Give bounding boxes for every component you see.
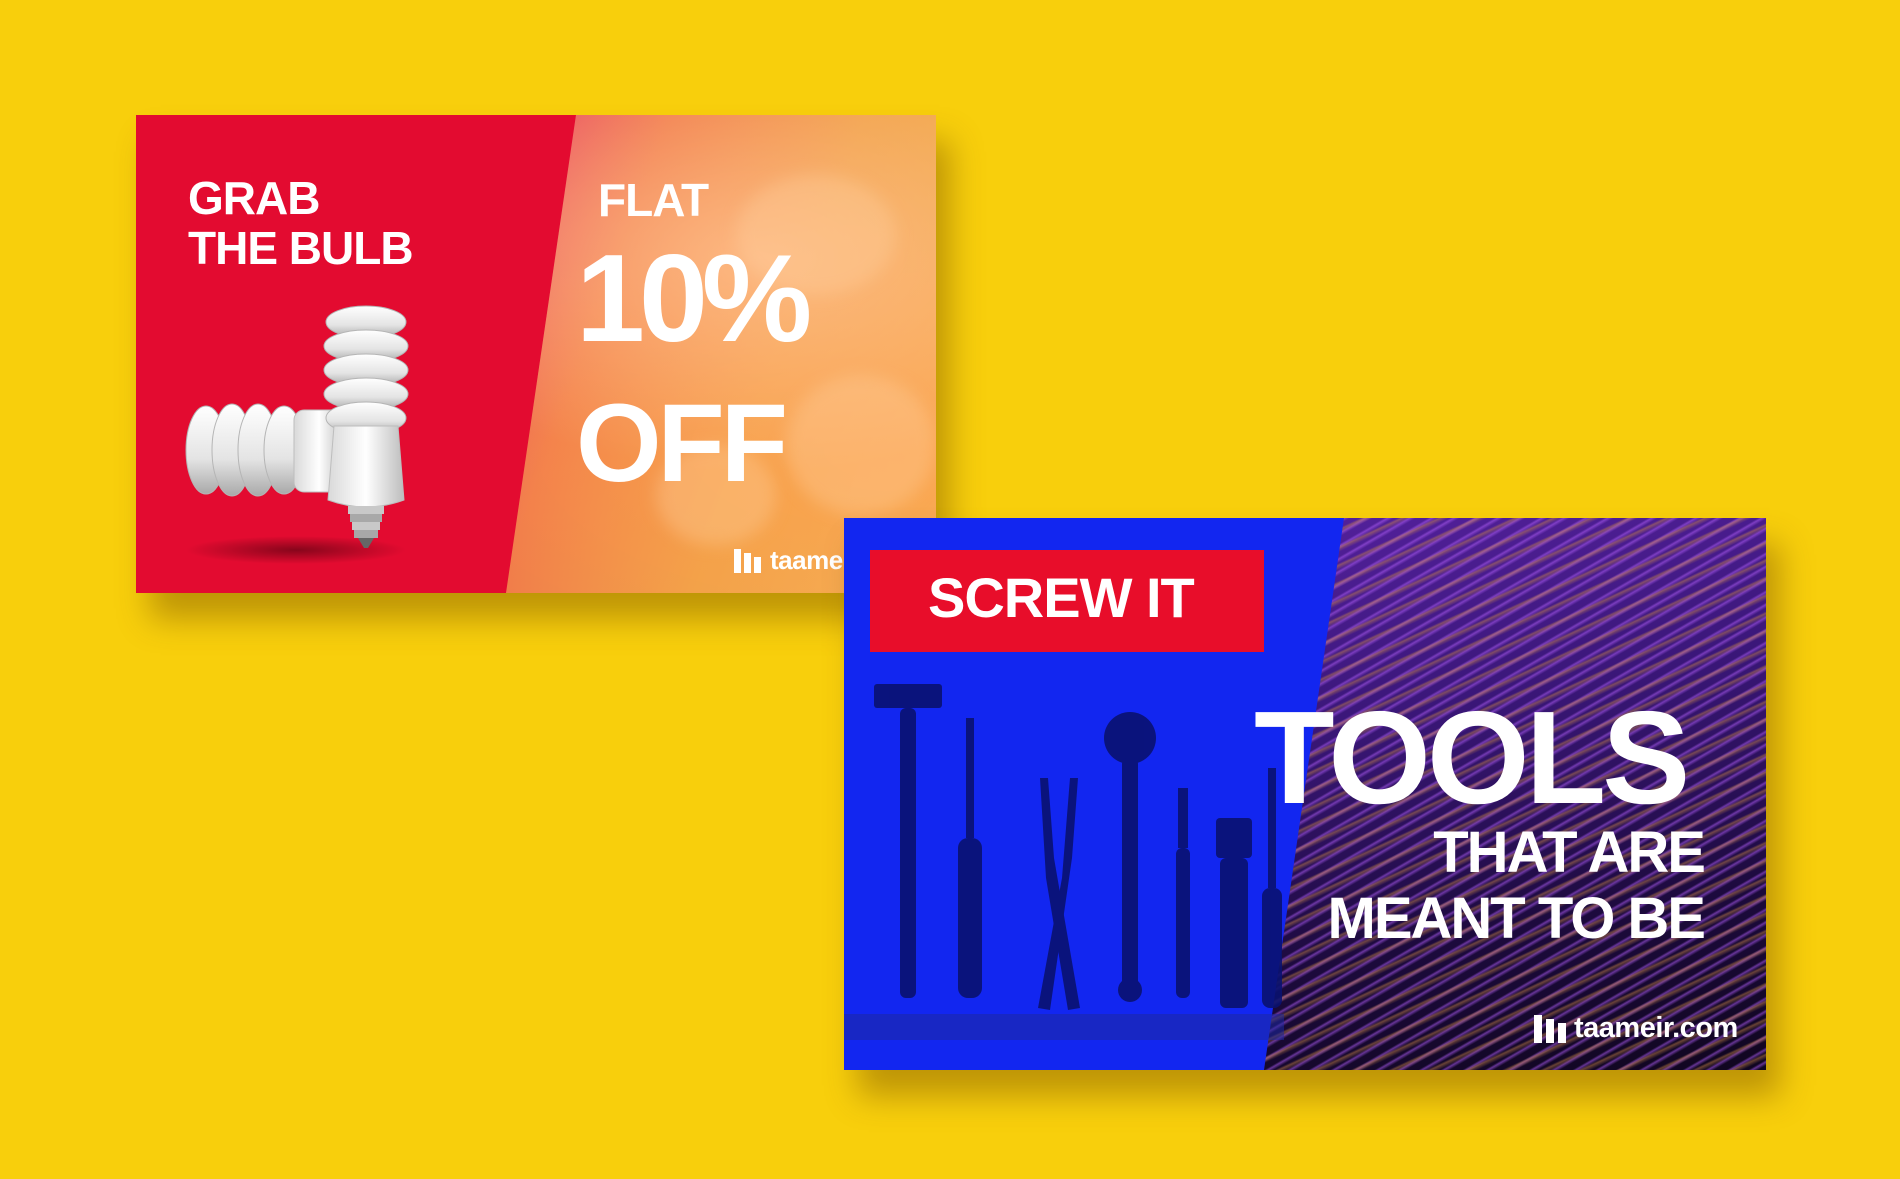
headline-tools: TOOLS xyxy=(1254,684,1690,831)
offer-label: FLAT xyxy=(598,174,709,226)
brand-logo: taameir.com xyxy=(1534,1012,1738,1045)
offer-suffix: OFF xyxy=(576,382,788,505)
bulb-sale-banner: GRAB THE BULB FLAT 10% OFF xyxy=(136,115,936,593)
light-bulb-icon xyxy=(185,305,409,564)
offer-value: 10% xyxy=(576,230,812,368)
headline-grab-the-bulb: GRAB THE BULB xyxy=(188,172,414,274)
tag-screw-it: SCREW IT xyxy=(928,566,1195,629)
cloud-texture xyxy=(786,375,936,515)
tools-banner: SCREW IT TOOLS THAT ARE MEANT TO BE taam… xyxy=(844,518,1766,1070)
tools-icon xyxy=(874,684,1282,1010)
taameir-logo-icon xyxy=(734,548,761,573)
subheadline: THAT ARE MEANT TO BE xyxy=(1327,820,1707,951)
brand-name: taameir.com xyxy=(1574,1012,1738,1044)
taameir-logo-icon xyxy=(1534,1014,1566,1043)
